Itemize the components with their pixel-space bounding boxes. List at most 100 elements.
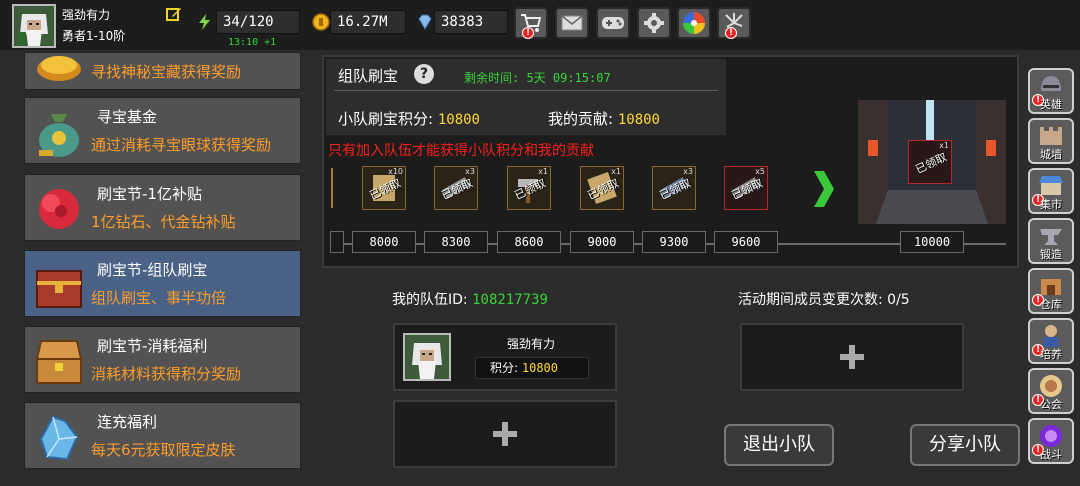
menu-item-consume-welfare[interactable]: 刷宝节-消耗福利 消耗材料获得积分奖励	[24, 326, 301, 393]
player-name: 强劲有力	[62, 8, 111, 22]
energy-icon	[199, 14, 210, 30]
member-change-count: 活动期间成员变更次数: 0/5	[738, 289, 910, 309]
reward-slot[interactable]: x5 已领取	[724, 166, 768, 210]
menu-item-recharge[interactable]: 连充福利 每天6元获取限定皮肤	[24, 402, 301, 469]
color-wheel-icon	[683, 12, 705, 34]
member-score-label: 积分:	[490, 361, 519, 375]
nav-label: 集市	[1040, 198, 1062, 211]
red-flower-icon	[39, 189, 79, 229]
member-score: 积分: 10800	[475, 357, 589, 379]
wheel-button[interactable]	[677, 7, 711, 39]
final-reward-scene[interactable]: x1 已领取	[858, 100, 1006, 224]
milestone-label: 9000	[570, 231, 634, 253]
nav-hero[interactable]: ! 英雄	[1028, 68, 1074, 114]
open-chest-icon	[35, 340, 83, 384]
nav-label: 培养	[1040, 348, 1062, 361]
share-team-button[interactable]: 分享小队	[910, 424, 1020, 466]
nav-forge[interactable]: 锻造	[1028, 218, 1074, 264]
chevron-right-icon	[814, 171, 834, 207]
team-score-value: 10800	[437, 112, 480, 128]
event-button[interactable]: !	[717, 7, 751, 39]
chest-icon	[36, 270, 82, 308]
alert-badge: !	[725, 27, 737, 39]
top-bar: 强劲有力 勇者1-10阶 34/120 13:10 +1 16.27M 3838…	[0, 0, 1080, 50]
nav-guild[interactable]: ! 公会	[1028, 368, 1074, 414]
reward-slot[interactable]: x3 已领取	[434, 166, 478, 210]
game-button[interactable]	[596, 7, 630, 39]
menu-item-desc: 消耗材料获得积分奖励	[91, 365, 242, 383]
help-icon[interactable]: ?	[414, 64, 434, 84]
gear-icon	[644, 13, 664, 33]
nav-label: 锻造	[1040, 248, 1062, 261]
my-contribution: 我的贡献: 10800	[548, 108, 660, 129]
reward-slot[interactable]: x1 已领取	[580, 166, 624, 210]
team-id: 我的队伍ID: 108217739	[392, 289, 548, 309]
menu-item-treasure-hunt[interactable]: 寻找神秘宝藏获得奖励	[24, 52, 301, 90]
menu-item-desc: 寻找神秘宝藏获得奖励	[91, 63, 242, 81]
gold-coin-icon	[312, 13, 330, 31]
final-milestone-label: 10000	[900, 231, 964, 253]
nav-market[interactable]: ! 集市	[1028, 168, 1074, 214]
nav-label: 公会	[1040, 398, 1062, 411]
panel-header: 组队刷宝 ? 剩余时间: 5天 09:15:07 小队刷宝积分: 10800 我…	[326, 59, 726, 135]
nav-label: 城墙	[1040, 148, 1062, 161]
empty-member-slot[interactable]	[393, 400, 617, 468]
diamond-icon	[418, 14, 432, 30]
menu-item-title: 寻宝基金	[97, 108, 158, 126]
nav-label: 战斗	[1040, 448, 1062, 461]
menu-item-treasure-fund[interactable]: 寻宝基金 通过消耗寻宝眼球获得奖励	[24, 97, 301, 164]
reward-slot[interactable]: x10 已领取	[362, 166, 406, 210]
contribution-value: 10800	[617, 112, 660, 128]
member-avatar	[403, 333, 451, 381]
panel-title: 组队刷宝	[338, 67, 399, 85]
treasure-icon	[37, 56, 81, 81]
member-score-value: 10800	[521, 361, 558, 375]
gold-value: 16.27M	[330, 10, 406, 34]
nav-warehouse[interactable]: ! 仓库	[1028, 268, 1074, 314]
milestone-label: 9600	[714, 231, 778, 253]
menu-item-desc: 1亿钻石、代金钻补贴	[91, 213, 236, 231]
nav-wall[interactable]: 城墙	[1028, 118, 1074, 164]
team-treasure-panel: 组队刷宝 ? 剩余时间: 5天 09:15:07 小队刷宝积分: 10800 我…	[322, 55, 1019, 268]
menu-item-team-treasure[interactable]: 刷宝节-组队刷宝 组队刷宝、事半功倍	[24, 250, 301, 317]
menu-item-desc: 每天6元获取限定皮肤	[91, 441, 236, 459]
diamond-value: 38383	[434, 10, 508, 34]
member-change-value: 0/5	[887, 292, 910, 308]
final-reward-slot[interactable]: x1 已领取	[908, 140, 952, 184]
milestone-label: 9300	[642, 231, 706, 253]
menu-item-title: 连充福利	[97, 413, 158, 431]
gamepad-icon	[602, 17, 624, 29]
nav-training[interactable]: ! 培养	[1028, 318, 1074, 364]
team-member-slot[interactable]: 强劲有力 积分: 10800	[393, 323, 617, 391]
contribution-label: 我的贡献:	[548, 110, 614, 128]
menu-item-title: 刷宝节-组队刷宝	[97, 261, 208, 279]
reward-slot[interactable]: x1 已领取	[507, 166, 551, 210]
nav-battle[interactable]: ! 战斗	[1028, 418, 1074, 464]
nav-label: 英雄	[1040, 98, 1062, 111]
menu-item-title: 刷宝节-消耗福利	[97, 337, 208, 355]
team-score-label: 小队刷宝积分:	[338, 110, 434, 128]
settings-button[interactable]	[637, 7, 671, 39]
team-score: 小队刷宝积分: 10800	[338, 108, 480, 129]
team-id-label: 我的队伍ID:	[392, 292, 468, 308]
track-start-marker	[331, 168, 333, 208]
alert-badge: !	[522, 27, 534, 39]
member-name: 强劲有力	[507, 337, 556, 351]
claimed-stamp: 已领取	[913, 150, 949, 177]
shop-button[interactable]: !	[514, 7, 548, 39]
leave-team-button[interactable]: 退出小队	[724, 424, 834, 466]
add-member-icon	[493, 422, 517, 446]
divider	[334, 90, 718, 91]
milestone-start	[330, 231, 344, 253]
menu-item-title: 刷宝节-1亿补贴	[97, 185, 202, 203]
reward-slot[interactable]: x3 已领取	[652, 166, 696, 210]
team-id-value: 108217739	[472, 292, 548, 308]
remaining-time: 剩余时间: 5天 09:15:07	[464, 71, 611, 85]
edit-icon[interactable]	[166, 6, 182, 22]
menu-item-subsidy[interactable]: 刷宝节-1亿补贴 1亿钻石、代金钻补贴	[24, 174, 301, 241]
empty-member-slot[interactable]	[740, 323, 964, 391]
menu-item-desc: 通过消耗寻宝眼球获得奖励	[91, 136, 272, 154]
energy-value: 34/120	[216, 10, 300, 34]
nav-label: 仓库	[1040, 298, 1062, 311]
mail-button[interactable]	[555, 7, 589, 39]
